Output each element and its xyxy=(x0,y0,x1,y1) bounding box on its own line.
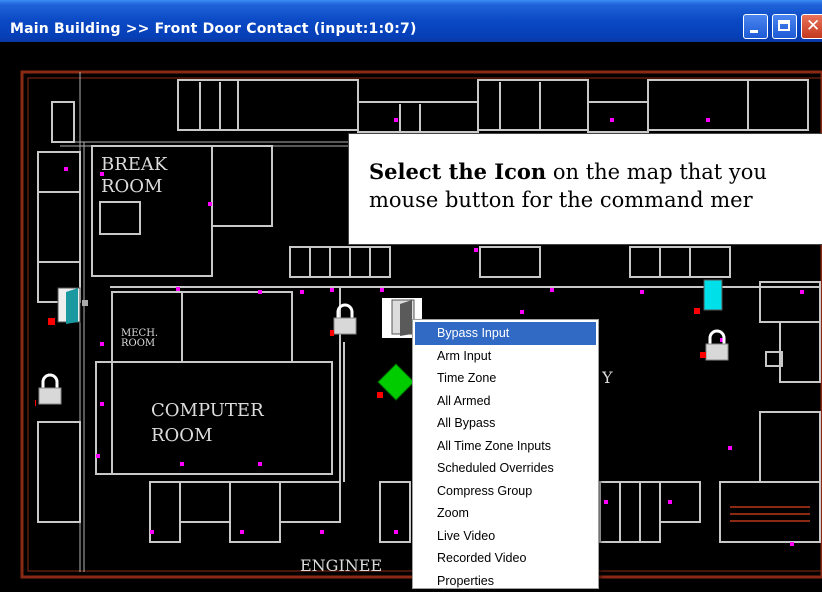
menu-item-recorded-video[interactable]: Recorded Video xyxy=(413,547,598,570)
padlock-icon[interactable] xyxy=(35,372,65,412)
callout-bold-text: Select the Icon xyxy=(369,159,546,184)
room-label-break-2: ROOM xyxy=(101,176,163,197)
door-icon[interactable] xyxy=(694,278,734,318)
padlock-icon[interactable] xyxy=(700,328,734,368)
menu-item-properties[interactable]: Properties xyxy=(413,570,598,592)
room-label-computer-2: ROOM xyxy=(151,425,213,446)
menu-item-all-bypass[interactable]: All Bypass xyxy=(413,412,598,435)
menu-item-all-time-zone-inputs[interactable]: All Time Zone Inputs xyxy=(413,435,598,458)
close-icon[interactable] xyxy=(801,14,822,39)
window-title: Main Building >> Front Door Contact (inp… xyxy=(10,21,417,37)
callout-text: on the map that you xyxy=(546,160,767,184)
room-label-partial: Y xyxy=(602,368,613,387)
room-label-engineering: ENGINEE xyxy=(300,556,382,575)
menu-item-compress-group[interactable]: Compress Group xyxy=(413,480,598,503)
menu-item-time-zone[interactable]: Time Zone xyxy=(413,367,598,390)
minimize-icon[interactable] xyxy=(743,14,768,39)
menu-item-all-armed[interactable]: All Armed xyxy=(413,390,598,413)
room-label-computer: COMPUTER xyxy=(151,400,264,421)
instruction-callout: Select the Icon on the map that you mous… xyxy=(348,133,822,245)
status-diamond-icon[interactable] xyxy=(374,362,414,404)
door-icon[interactable] xyxy=(46,286,92,330)
room-label-mech-2: ROOM xyxy=(121,338,155,349)
window-titlebar[interactable]: Main Building >> Front Door Contact (inp… xyxy=(0,0,822,42)
menu-item-live-video[interactable]: Live Video xyxy=(413,525,598,548)
context-menu[interactable]: Bypass Input Arm Input Time Zone All Arm… xyxy=(412,319,599,589)
menu-item-bypass-input[interactable]: Bypass Input xyxy=(415,322,596,345)
padlock-icon[interactable] xyxy=(330,302,360,342)
room-label-break: BREAK xyxy=(101,154,167,175)
callout-text-line2: mouse button for the command mer xyxy=(369,188,753,212)
menu-item-scheduled-overrides[interactable]: Scheduled Overrides xyxy=(413,457,598,480)
menu-item-arm-input[interactable]: Arm Input xyxy=(413,345,598,368)
menu-item-zoom[interactable]: Zoom xyxy=(413,502,598,525)
floor-plan-map[interactable]: BREAK ROOM MECH. ROOM COMPUTER ROOM ENGI… xyxy=(0,42,822,584)
maximize-icon[interactable] xyxy=(772,14,797,39)
